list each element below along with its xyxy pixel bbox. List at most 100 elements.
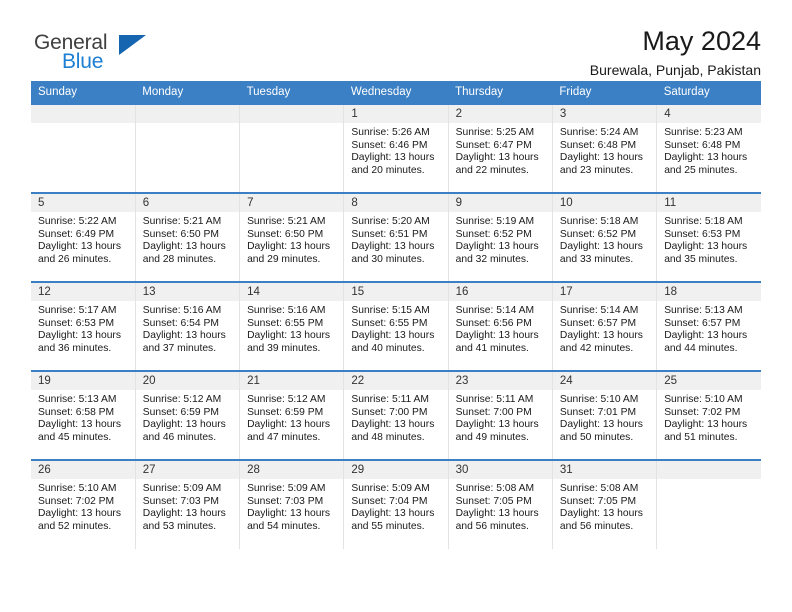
- day-number: 25: [657, 372, 761, 390]
- calendar-day-cell[interactable]: 19 Sunrise: 5:13 AM Sunset: 6:58 PM Dayligh…: [31, 370, 136, 460]
- general-blue-logo[interactable]: General Blue: [31, 26, 151, 74]
- calendar-day-cell[interactable]: 11 Sunrise: 5:18 AM Sunset: 6:53 PM Dayligh…: [656, 192, 761, 282]
- sunset-time: Sunset: 7:00 PM: [455, 406, 532, 418]
- sunrise-time: Sunrise: 5:12 AM: [247, 394, 326, 405]
- calendar-day-cell[interactable]: 26 Sunrise: 5:10 AM Sunset: 7:02 PM Dayligh…: [31, 459, 136, 549]
- sunrise-time: Sunrise: 5:09 AM: [247, 483, 326, 494]
- sunset-time: Sunset: 6:53 PM: [664, 228, 741, 240]
- calendar-body: 1 Sunrise: 5:26 AM Sunset: 6:46 PM Daylight…: [31, 103, 761, 549]
- day-number: 14: [240, 283, 344, 301]
- weekday-header-sunday: Sunday: [31, 81, 136, 104]
- day-number: 31: [552, 461, 657, 479]
- day-details: Sunrise: 5:08 AM Sunset: 7:05 PM Daylight:…: [553, 479, 656, 533]
- calendar-day-cell[interactable]: 16 Sunrise: 5:14 AM Sunset: 6:56 PM Dayligh…: [448, 281, 553, 371]
- day-number: 29: [344, 461, 448, 479]
- calendar-day-cell[interactable]: 7 Sunrise: 5:21 AM Sunset: 6:50 PM Daylight…: [239, 192, 345, 282]
- calendar-day-cell[interactable]: 5 Sunrise: 5:22 AM Sunset: 6:49 PM Daylight…: [31, 192, 136, 282]
- sunrise-time: Sunrise: 5:22 AM: [38, 216, 117, 227]
- sunset-time: Sunset: 7:05 PM: [455, 495, 532, 507]
- calendar-day-cell[interactable]: 23 Sunrise: 5:11 AM Sunset: 7:00 PM Dayligh…: [448, 370, 553, 460]
- calendar-day-cell[interactable]: 22 Sunrise: 5:11 AM Sunset: 7:00 PM Dayligh…: [343, 370, 449, 460]
- day-number: 3: [552, 105, 657, 123]
- sunset-time: Sunset: 6:48 PM: [559, 139, 637, 151]
- calendar-day-cell[interactable]: 6 Sunrise: 5:21 AM Sunset: 6:50 PM Daylight…: [135, 192, 241, 282]
- calendar-day-cell[interactable]: 13 Sunrise: 5:16 AM Sunset: 6:54 PM Dayligh…: [135, 281, 241, 371]
- day-details: Sunrise: 5:13 AM Sunset: 6:58 PM Daylight:…: [31, 390, 135, 444]
- daylight-duration: Daylight: 13 hours and 50 minutes.: [559, 419, 643, 443]
- day-number: 18: [657, 283, 761, 301]
- calendar-day-cell[interactable]: 12 Sunrise: 5:17 AM Sunset: 6:53 PM Dayligh…: [31, 281, 136, 371]
- day-details: Sunrise: 5:11 AM Sunset: 7:00 PM Daylight:…: [449, 390, 552, 444]
- sunrise-time: Sunrise: 5:18 AM: [559, 216, 639, 227]
- daylight-duration: Daylight: 13 hours and 26 minutes.: [38, 241, 121, 265]
- day-details: Sunrise: 5:09 AM Sunset: 7:03 PM Daylight:…: [240, 479, 343, 533]
- day-number: 28: [240, 461, 344, 479]
- calendar-day-cell[interactable]: 4 Sunrise: 5:23 AM Sunset: 6:48 PM Daylight…: [656, 103, 761, 193]
- sunrise-time: Sunrise: 5:13 AM: [664, 305, 743, 316]
- sunrise-time: Sunrise: 5:10 AM: [664, 394, 743, 405]
- day-details: Sunrise: 5:16 AM Sunset: 6:55 PM Daylight:…: [240, 301, 343, 355]
- daylight-duration: Daylight: 13 hours and 22 minutes.: [455, 152, 539, 176]
- calendar-day-cell[interactable]: 14 Sunrise: 5:16 AM Sunset: 6:55 PM Dayligh…: [239, 281, 345, 371]
- daylight-duration: Daylight: 13 hours and 25 minutes.: [664, 152, 748, 176]
- calendar-page: General Blue May 2024 Burewala, Punjab, …: [0, 0, 792, 612]
- calendar-day-cell[interactable]: 17 Sunrise: 5:14 AM Sunset: 6:57 PM Dayligh…: [552, 281, 658, 371]
- day-number: 27: [135, 461, 240, 479]
- calendar-day-cell[interactable]: 9 Sunrise: 5:19 AM Sunset: 6:52 PM Daylight…: [448, 192, 553, 282]
- calendar-day-cell[interactable]: 29 Sunrise: 5:09 AM Sunset: 7:04 PM Dayligh…: [343, 459, 449, 549]
- calendar-day-cell[interactable]: 21 Sunrise: 5:12 AM Sunset: 6:59 PM Dayligh…: [239, 370, 345, 460]
- sunset-time: Sunset: 6:52 PM: [455, 228, 532, 240]
- day-number: 12: [31, 283, 135, 301]
- sunset-time: Sunset: 6:50 PM: [142, 228, 219, 240]
- calendar-day-cell[interactable]: 2 Sunrise: 5:25 AM Sunset: 6:47 PM Daylight…: [448, 103, 553, 193]
- daylight-duration: Daylight: 13 hours and 49 minutes.: [455, 419, 539, 443]
- triangle-icon: [119, 35, 146, 55]
- daylight-duration: Daylight: 13 hours and 40 minutes.: [351, 330, 435, 354]
- weekday-header-tuesday: Tuesday: [239, 81, 344, 104]
- day-details: Sunrise: 5:20 AM Sunset: 6:51 PM Daylight:…: [344, 212, 447, 266]
- calendar-day-cell[interactable]: 27 Sunrise: 5:09 AM Sunset: 7:03 PM Dayligh…: [135, 459, 241, 549]
- daylight-duration: Daylight: 13 hours and 33 minutes.: [559, 241, 643, 265]
- logo-text-blue: Blue: [62, 50, 104, 73]
- sunrise-time: Sunrise: 5:13 AM: [38, 394, 117, 405]
- weekday-header-saturday: Saturday: [656, 81, 761, 104]
- daylight-duration: Daylight: 13 hours and 30 minutes.: [351, 241, 435, 265]
- calendar-day-cell[interactable]: 20 Sunrise: 5:12 AM Sunset: 6:59 PM Dayligh…: [135, 370, 241, 460]
- sunrise-time: Sunrise: 5:19 AM: [455, 216, 535, 227]
- calendar-day-cell[interactable]: 24 Sunrise: 5:10 AM Sunset: 7:01 PM Dayligh…: [552, 370, 658, 460]
- calendar-day-cell[interactable]: 25 Sunrise: 5:10 AM Sunset: 7:02 PM Dayligh…: [656, 370, 761, 460]
- calendar-day-cell-empty: [135, 103, 241, 193]
- sunrise-time: Sunrise: 5:21 AM: [142, 216, 222, 227]
- day-details: Sunrise: 5:10 AM Sunset: 7:01 PM Daylight:…: [553, 390, 656, 444]
- sunset-time: Sunset: 6:52 PM: [559, 228, 637, 240]
- day-number: 4: [657, 105, 761, 123]
- calendar-day-cell[interactable]: 10 Sunrise: 5:18 AM Sunset: 6:52 PM Dayligh…: [552, 192, 658, 282]
- sunrise-time: Sunrise: 5:14 AM: [455, 305, 535, 316]
- sunset-time: Sunset: 6:49 PM: [38, 228, 115, 240]
- calendar-day-cell[interactable]: 1 Sunrise: 5:26 AM Sunset: 6:46 PM Daylight…: [343, 103, 449, 193]
- calendar-day-cell[interactable]: 15 Sunrise: 5:15 AM Sunset: 6:55 PM Dayligh…: [343, 281, 449, 371]
- sunset-time: Sunset: 6:59 PM: [247, 406, 324, 418]
- calendar-day-cell[interactable]: 30 Sunrise: 5:08 AM Sunset: 7:05 PM Dayligh…: [448, 459, 553, 549]
- day-details: Sunrise: 5:23 AM Sunset: 6:48 PM Daylight:…: [657, 123, 761, 177]
- calendar-day-cell[interactable]: 28 Sunrise: 5:09 AM Sunset: 7:03 PM Dayligh…: [239, 459, 345, 549]
- sunrise-time: Sunrise: 5:11 AM: [351, 394, 429, 405]
- calendar-day-cell[interactable]: 31 Sunrise: 5:08 AM Sunset: 7:05 PM Dayligh…: [552, 459, 658, 549]
- day-number: 13: [135, 283, 240, 301]
- day-details: Sunrise: 5:10 AM Sunset: 7:02 PM Daylight:…: [657, 390, 761, 444]
- day-number: 6: [135, 194, 240, 212]
- day-details: Sunrise: 5:10 AM Sunset: 7:02 PM Daylight:…: [31, 479, 135, 533]
- day-number: 8: [344, 194, 448, 212]
- weekday-header-wednesday: Wednesday: [343, 81, 449, 104]
- calendar-day-cell-empty: [239, 103, 345, 193]
- daylight-duration: Daylight: 13 hours and 51 minutes.: [664, 419, 748, 443]
- calendar-day-cell[interactable]: 18 Sunrise: 5:13 AM Sunset: 6:57 PM Dayligh…: [656, 281, 761, 371]
- calendar-day-cell[interactable]: 8 Sunrise: 5:20 AM Sunset: 6:51 PM Daylight…: [343, 192, 449, 282]
- day-number: [135, 105, 240, 123]
- page-title: May 2024: [642, 26, 761, 56]
- calendar-week-row: 12 Sunrise: 5:17 AM Sunset: 6:53 PM Dayligh…: [31, 281, 761, 371]
- day-details: Sunrise: 5:16 AM Sunset: 6:54 PM Daylight:…: [136, 301, 239, 355]
- sunset-time: Sunset: 6:58 PM: [38, 406, 115, 418]
- daylight-duration: Daylight: 13 hours and 36 minutes.: [38, 330, 121, 354]
- calendar-day-cell[interactable]: 3 Sunrise: 5:24 AM Sunset: 6:48 PM Daylight…: [552, 103, 658, 193]
